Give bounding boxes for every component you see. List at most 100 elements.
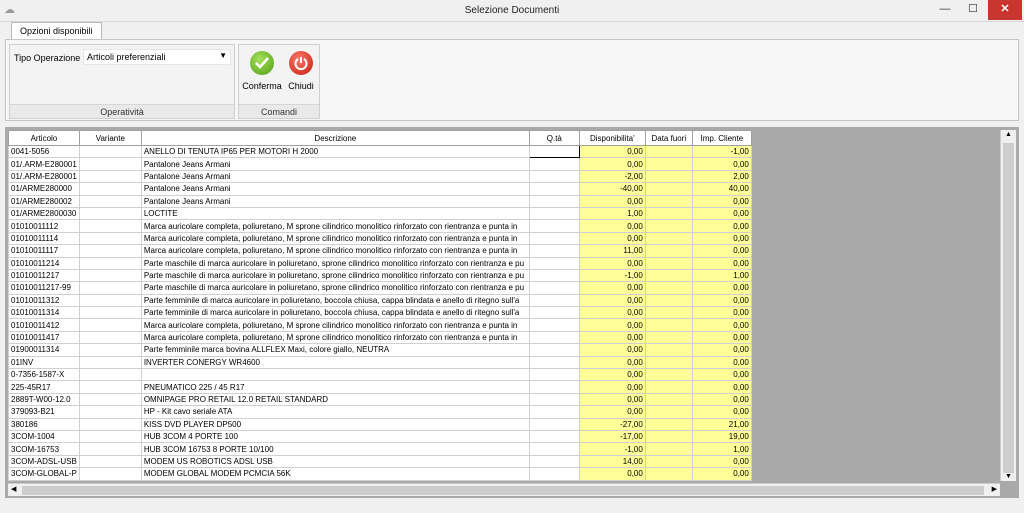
cell-imp-cliente[interactable]: 0,00 [691, 157, 752, 171]
cell-qta[interactable] [528, 281, 580, 295]
cell-disponibilita[interactable]: -1,00 [578, 268, 646, 283]
cell-imp-cliente[interactable]: 0,00 [691, 343, 752, 357]
table-row[interactable]: 0041-5056 ANELLO DI TENUTA IP65 PER MOTOR… [8, 144, 752, 159]
cell-variante[interactable] [78, 268, 142, 283]
cell-disponibilita[interactable]: 14,00 [578, 454, 646, 469]
cell-qta[interactable] [528, 144, 580, 159]
cell-variante[interactable] [78, 194, 142, 208]
cell-disponibilita[interactable]: 0,00 [578, 157, 646, 171]
table-row[interactable]: 01/ARME2800030 LOCTITE 1,00 0,00 [8, 206, 752, 221]
cell-imp-cliente[interactable]: 0,00 [691, 293, 752, 308]
horizontal-scrollbar[interactable]: ◀ ▶ [8, 483, 1000, 496]
cell-imp-cliente[interactable]: 2,00 [691, 169, 752, 184]
close-button[interactable]: Chiudi [284, 49, 318, 101]
cell-descrizione[interactable]: Marca auricolare completa, poliuretano, … [140, 219, 530, 233]
cell-imp-cliente[interactable]: 21,00 [691, 417, 752, 432]
cell-descrizione[interactable]: OMNIPAGE PRO RETAIL 12.0 RETAIL STANDARD [140, 392, 530, 407]
cell-disponibilita[interactable]: 0,00 [578, 144, 646, 159]
cell-disponibilita[interactable]: 0,00 [578, 318, 646, 332]
cell-disponibilita[interactable]: 0,00 [578, 467, 646, 481]
cell-imp-cliente[interactable]: 0,00 [691, 219, 752, 233]
cell-variante[interactable] [78, 219, 142, 233]
cell-articolo[interactable]: 225-45R17 [8, 380, 80, 394]
cell-variante[interactable] [78, 318, 142, 332]
cell-variante[interactable] [78, 467, 142, 481]
column-header-data-fuori[interactable]: Data fuori [644, 130, 693, 146]
cell-data-fuori[interactable] [644, 256, 693, 270]
cell-data-fuori[interactable] [644, 343, 693, 357]
cell-imp-cliente[interactable]: 40,00 [691, 182, 752, 196]
cell-imp-cliente[interactable]: 0,00 [691, 454, 752, 469]
cell-descrizione[interactable]: Marca auricolare completa, poliuretano, … [140, 244, 530, 258]
cell-imp-cliente[interactable]: 0,00 [691, 380, 752, 394]
cell-variante[interactable] [78, 256, 142, 270]
cell-qta[interactable] [528, 268, 580, 283]
cell-disponibilita[interactable]: 0,00 [578, 281, 646, 295]
cell-data-fuori[interactable] [644, 429, 693, 444]
cell-articolo[interactable]: 01010011114 [8, 231, 80, 246]
cell-descrizione[interactable]: Parte maschile di marca auricolare in po… [140, 256, 530, 270]
cell-data-fuori[interactable] [644, 368, 693, 382]
cell-qta[interactable] [528, 231, 580, 246]
table-row[interactable]: 01010011217 Parte maschile di marca auric… [8, 268, 752, 283]
cell-imp-cliente[interactable]: 0,00 [691, 244, 752, 258]
dropdown-arrow-icon[interactable]: ▼ [219, 51, 227, 60]
cell-disponibilita[interactable]: 0,00 [578, 405, 646, 419]
cell-qta[interactable] [528, 244, 580, 258]
vertical-scroll-thumb[interactable] [1003, 143, 1014, 473]
cell-articolo[interactable]: 01INV [8, 355, 80, 370]
cell-variante[interactable] [78, 306, 142, 320]
tab-opzioni-disponibili[interactable]: Opzioni disponibili [11, 22, 102, 40]
cell-descrizione[interactable]: Marca auricolare completa, poliuretano, … [140, 318, 530, 332]
cell-data-fuori[interactable] [644, 417, 693, 432]
confirm-button[interactable]: Conferma [242, 49, 282, 101]
cell-qta[interactable] [528, 293, 580, 308]
cell-imp-cliente[interactable]: 0,00 [691, 405, 752, 419]
cell-imp-cliente[interactable]: -1,00 [691, 144, 752, 159]
cell-qta[interactable] [528, 454, 580, 469]
cell-descrizione[interactable]: Marca auricolare completa, poliuretano, … [140, 330, 530, 345]
cell-descrizione[interactable]: Parte femminile di marca auricolare in p… [140, 306, 530, 320]
cell-imp-cliente[interactable]: 0,00 [691, 306, 752, 320]
table-row[interactable]: 01INV INVERTER CONERGY WR4600 0,00 0,00 [8, 355, 752, 370]
cell-disponibilita[interactable]: 0,00 [578, 306, 646, 320]
table-row[interactable]: 01010011114 Marca auricolare completa, po… [8, 231, 752, 246]
cell-disponibilita[interactable]: 0,00 [578, 219, 646, 233]
cell-data-fuori[interactable] [644, 219, 693, 233]
table-row[interactable]: 01/ARME280002 Pantalone Jeans Armani 0,00 0… [8, 194, 752, 208]
cell-articolo[interactable]: 01010011214 [8, 256, 80, 270]
cell-articolo[interactable]: 01010011112 [8, 219, 80, 233]
cell-imp-cliente[interactable]: 0,00 [691, 194, 752, 208]
cell-data-fuori[interactable] [644, 306, 693, 320]
cell-disponibilita[interactable]: 0,00 [578, 256, 646, 270]
horizontal-scroll-thumb[interactable] [22, 486, 984, 495]
column-header-articolo[interactable]: Articolo [8, 130, 80, 146]
cell-qta[interactable] [528, 429, 580, 444]
table-row[interactable]: 01010011412 Marca auricolare completa, po… [8, 318, 752, 332]
cell-articolo[interactable]: 3COM-GLOBAL-P [8, 467, 80, 481]
cell-imp-cliente[interactable]: 0,00 [691, 318, 752, 332]
cell-qta[interactable] [528, 206, 580, 221]
documents-grid[interactable]: Articolo Variante Descrizione Q.tà Disponibi… [5, 127, 1019, 498]
cell-articolo[interactable]: 01010011417 [8, 330, 80, 345]
cell-descrizione[interactable]: MODEM GLOBAL MODEM PCMCIA 56K [140, 467, 530, 481]
cell-qta[interactable] [528, 343, 580, 357]
cell-data-fuori[interactable] [644, 144, 693, 159]
cell-disponibilita[interactable]: 0,00 [578, 392, 646, 407]
cell-variante[interactable] [78, 293, 142, 308]
table-row[interactable]: 01010011112 Marca auricolare completa, po… [8, 219, 752, 233]
cell-imp-cliente[interactable]: 0,00 [691, 355, 752, 370]
cell-imp-cliente[interactable]: 1,00 [691, 442, 752, 456]
cell-data-fuori[interactable] [644, 206, 693, 221]
cell-articolo[interactable]: 01/ARME280000 [8, 182, 80, 196]
cell-qta[interactable] [528, 368, 580, 382]
cell-articolo[interactable]: 01010011412 [8, 318, 80, 332]
cell-imp-cliente[interactable]: 0,00 [691, 231, 752, 246]
cell-variante[interactable] [78, 442, 142, 456]
column-header-descrizione[interactable]: Descrizione [140, 130, 530, 146]
cell-imp-cliente[interactable]: 0,00 [691, 330, 752, 345]
cell-data-fuori[interactable] [644, 442, 693, 456]
cell-qta[interactable] [528, 467, 580, 481]
cell-articolo[interactable]: 0-7356-1587-X [8, 368, 80, 382]
cell-data-fuori[interactable] [644, 380, 693, 394]
